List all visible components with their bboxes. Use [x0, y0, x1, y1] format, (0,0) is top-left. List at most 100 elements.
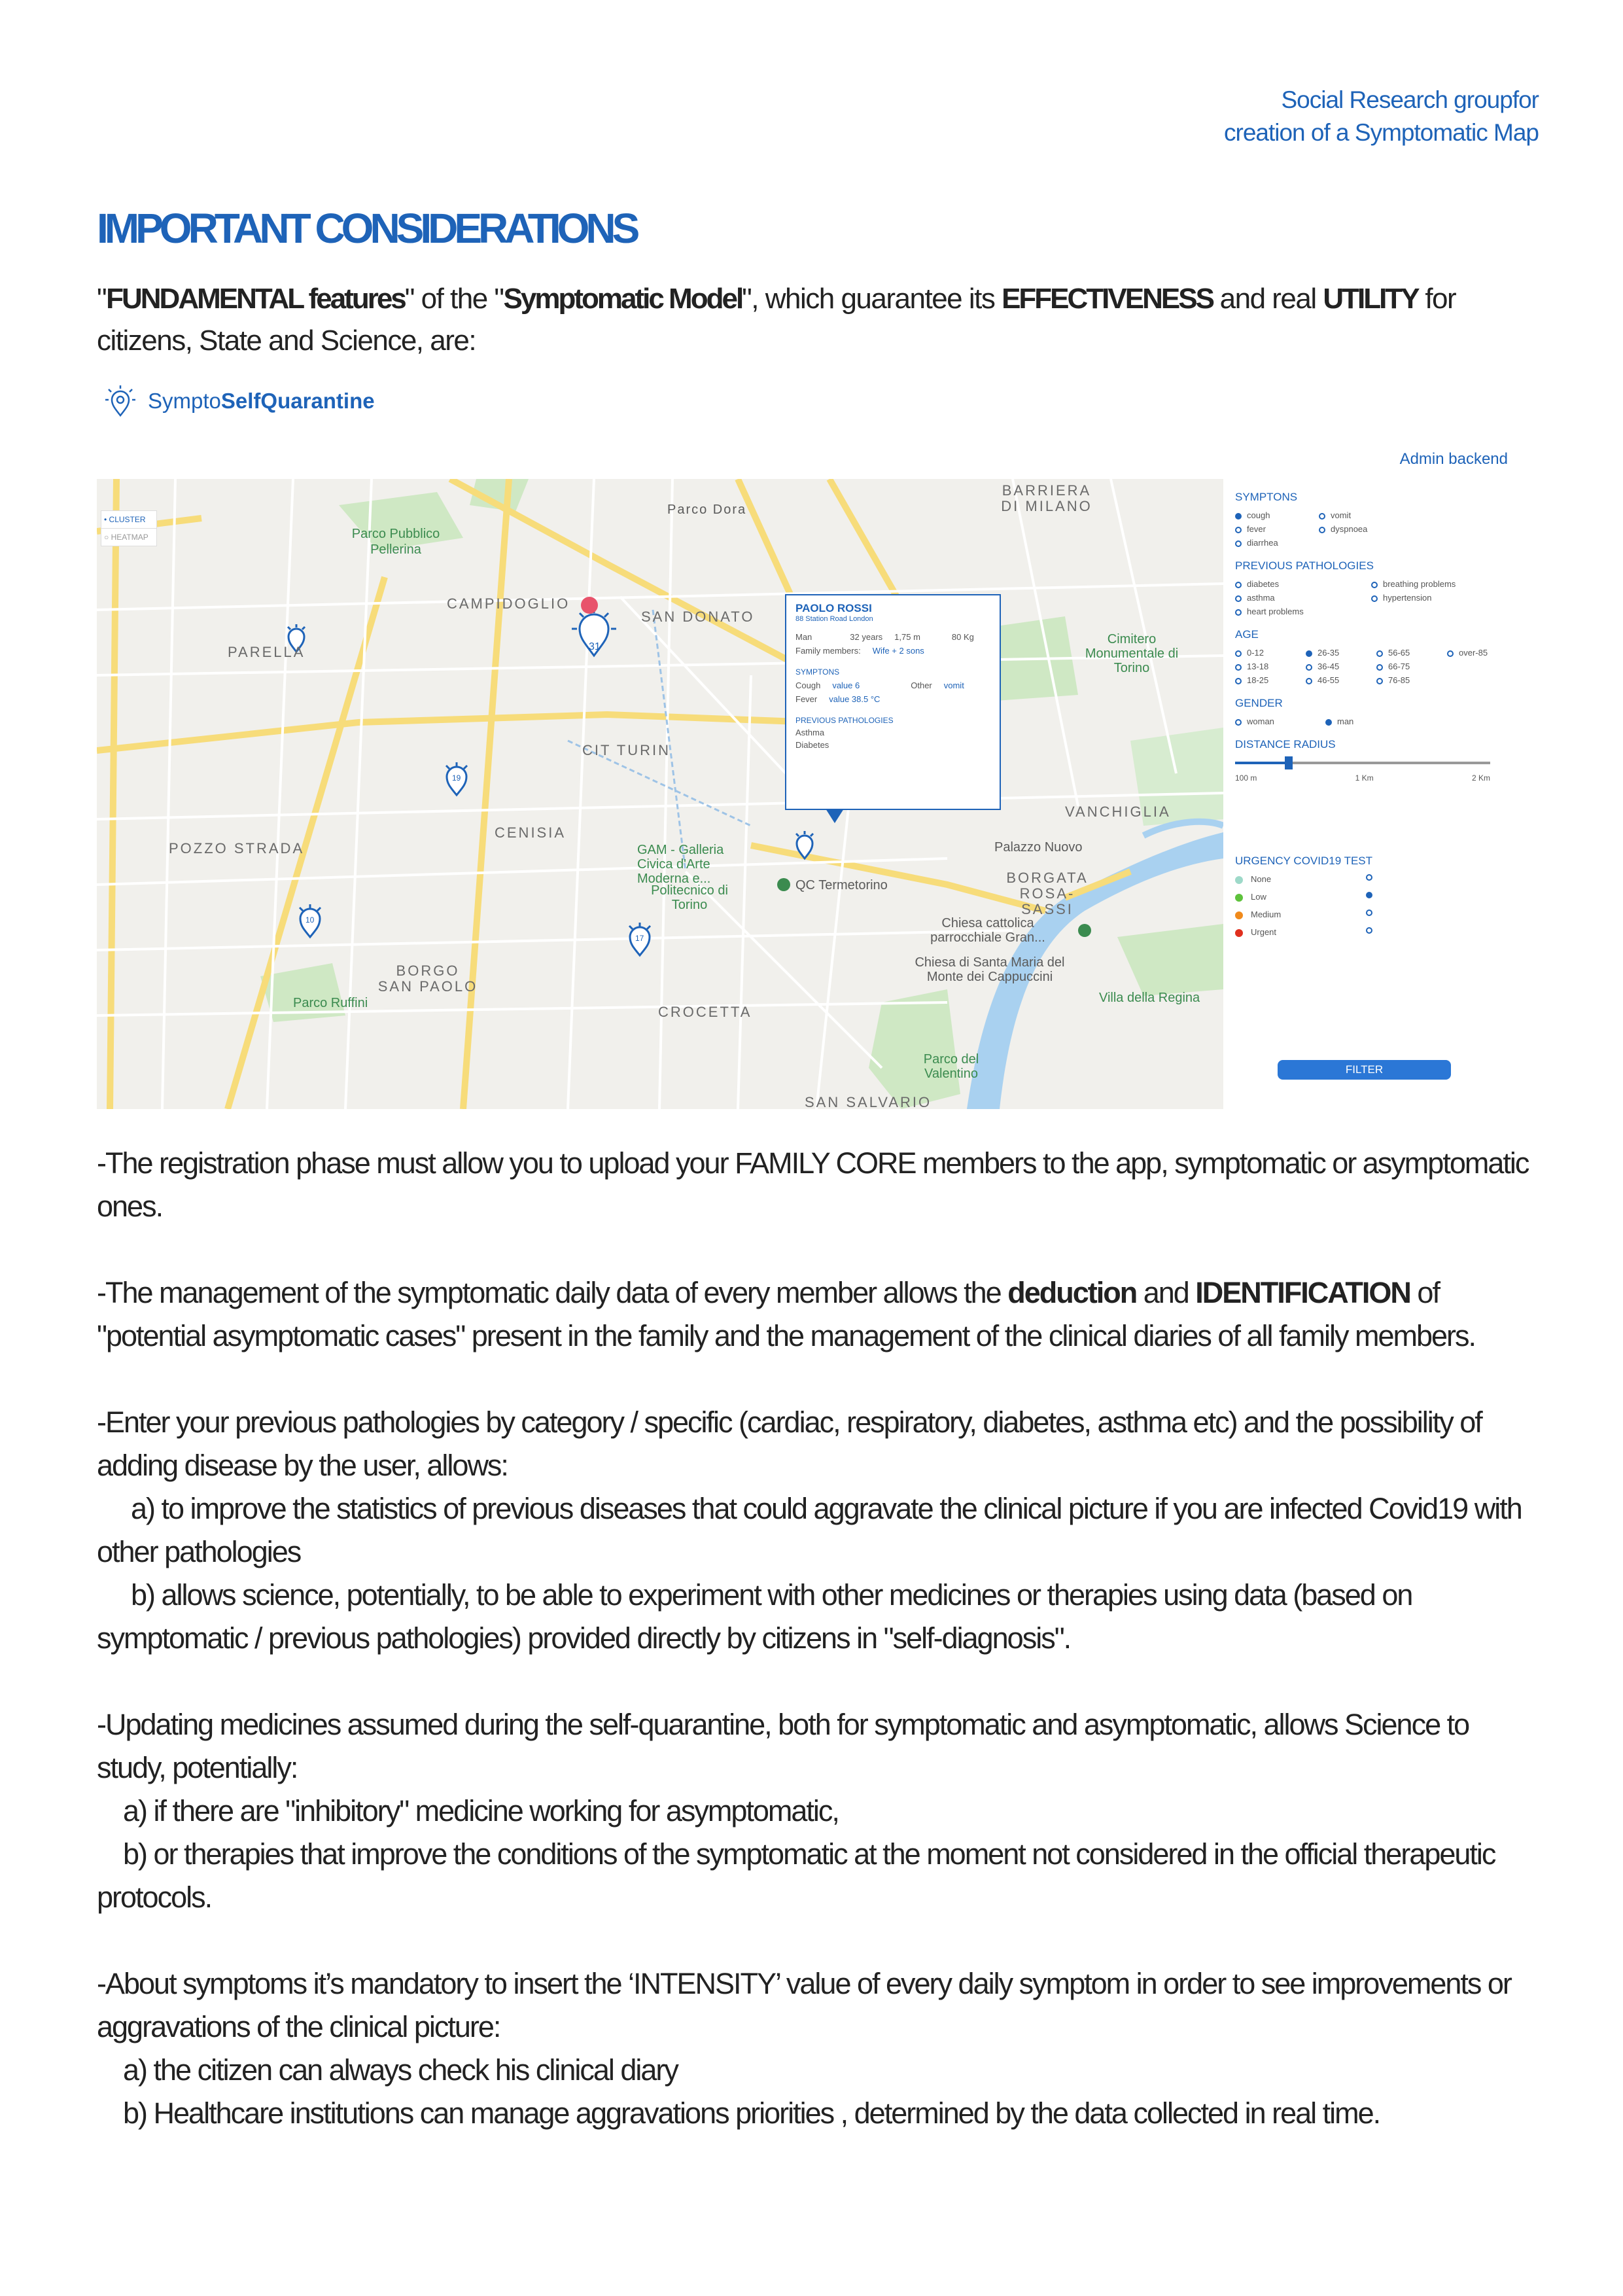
radio-icon	[1235, 512, 1242, 520]
scale-label: 100 m	[1235, 773, 1257, 783]
bold-text: deduction	[1007, 1276, 1138, 1309]
page-title: IMPORTANT CONSIDERATIONS	[97, 205, 640, 252]
age-option[interactable]: 66-75	[1376, 662, 1435, 671]
age-option[interactable]: over-85	[1447, 648, 1506, 658]
intro-text: " of the "	[404, 283, 504, 315]
radio-icon	[1235, 526, 1242, 533]
urgency-options: None Low Medium Urgent	[1235, 874, 1534, 937]
list-item: a) to improve the statistics of previous…	[97, 1492, 1523, 1568]
radio-icon	[1447, 650, 1454, 657]
popup-pathologies-title: PREVIOUS PATHOLOGIES	[795, 716, 894, 725]
option-label: diabetes	[1247, 579, 1280, 589]
pathology-option[interactable]: heart problems	[1235, 607, 1359, 616]
intro-text: "	[97, 283, 107, 315]
age-option[interactable]: 0-12	[1235, 648, 1294, 658]
intro-text: and real	[1212, 283, 1323, 315]
option-label: heart problems	[1247, 607, 1304, 616]
symptom-option[interactable]: dyspnoea	[1319, 524, 1423, 534]
pathology-option[interactable]: asthma	[1235, 593, 1359, 603]
status-dot-icon	[1235, 893, 1243, 902]
pathology-option[interactable]: diabetes	[1235, 579, 1359, 589]
symptom-option[interactable]: vomit	[1319, 510, 1423, 520]
gender-option-man[interactable]: man	[1325, 716, 1404, 726]
marker-count: 19	[452, 773, 461, 783]
intro-paragraph: "FUNDAMENTAL features" of the "Symptomat…	[97, 278, 1536, 362]
admin-backend-link[interactable]: Admin backend	[1400, 450, 1508, 468]
symptom-option[interactable]: fever	[1235, 524, 1307, 534]
option-label: man	[1337, 716, 1354, 726]
logo-suffix: SelfQuarantine	[220, 389, 375, 413]
map-label-district: BARRIERA DI MILANO	[1001, 482, 1092, 514]
empty-cell	[1447, 662, 1506, 671]
paragraph-intensity: -About symptoms it’s mandatory to insert…	[97, 1962, 1536, 2135]
marker-count: 31	[589, 641, 601, 652]
map-label-district: CAMPIDOGLIO	[447, 595, 570, 612]
pathology-option[interactable]: breathing problems	[1371, 579, 1489, 589]
patient-name: PAOLO ROSSI	[795, 602, 872, 614]
symptom-option[interactable]: diarrhea	[1235, 538, 1307, 548]
urgency-medium-radio[interactable]	[1366, 910, 1372, 916]
pathology-option[interactable]: hypertension	[1371, 593, 1489, 603]
urgency-none: None	[1235, 874, 1366, 884]
family-label: Family members:	[795, 646, 861, 656]
radio-icon	[1376, 677, 1383, 684]
option-label: 46-55	[1318, 675, 1340, 685]
paragraph-management: -The management of the symptomatic daily…	[97, 1271, 1536, 1358]
scale-label: 1 Km	[1355, 773, 1374, 783]
map-label-district: BORGATA ROSA-SASSI	[1006, 870, 1089, 917]
symptom-row: Fever value 38.5 °C	[795, 694, 990, 704]
map-label-park: Parco Dora	[667, 503, 747, 517]
list-item: a) if there are "inhibitory" medicine wo…	[123, 1794, 840, 1828]
urgency-urgent-radio[interactable]	[1366, 927, 1372, 934]
map-label-district: VANCHIGLIA	[1065, 804, 1171, 820]
map-label-place: Chiesa cattolica parrocchiale Gran...	[930, 916, 1045, 945]
distance-filter-title: DISTANCE RADIUS	[1235, 738, 1336, 751]
filter-button[interactable]: FILTER	[1278, 1060, 1451, 1080]
option-label: woman	[1247, 716, 1274, 726]
age-option[interactable]: 36-45	[1306, 662, 1365, 671]
radio-icon	[1306, 650, 1312, 657]
considerations-body: -The registration phase must allow you t…	[97, 1142, 1536, 2178]
urgency-none-radio[interactable]	[1366, 874, 1372, 881]
age-option[interactable]: 13-18	[1235, 662, 1294, 671]
intro-bold: EFFECTIVENESS	[1002, 283, 1215, 315]
filter-panel: SYMPTONS cough vomit fever dyspnoea diar…	[1235, 479, 1534, 1109]
heatmap-toggle[interactable]: ○ HEATMAP	[101, 528, 156, 546]
map-view[interactable]: 31 19 10 17 BARRIERA DI MILANO Parco Dor…	[97, 479, 1223, 1109]
radio-icon	[1371, 581, 1378, 588]
hospital-icon	[581, 597, 598, 614]
radio-icon	[1376, 650, 1383, 657]
text: -The management of the symptomatic daily…	[97, 1276, 1008, 1309]
urgency-medium: Medium	[1235, 910, 1366, 919]
option-label: over-85	[1459, 648, 1488, 658]
slider-handle[interactable]	[1285, 756, 1293, 769]
age-option[interactable]: 76-85	[1376, 675, 1435, 685]
map-label-place: Palazzo Nuovo	[994, 840, 1083, 855]
slider-fill	[1235, 762, 1289, 764]
map-label-district: CROCETTA	[658, 1004, 752, 1020]
age-option[interactable]: 18-25	[1235, 675, 1294, 685]
urgency-low-radio[interactable]	[1366, 892, 1372, 898]
virus-pin-icon	[105, 385, 135, 417]
radio-icon	[1319, 526, 1325, 533]
patient-age: 32 years	[850, 632, 883, 642]
bold-text: IDENTIFICATION	[1195, 1276, 1412, 1309]
option-label: diarrhea	[1247, 538, 1278, 548]
place-pin-icon	[777, 878, 790, 891]
option-label: None	[1251, 874, 1272, 884]
gender-option-woman[interactable]: woman	[1235, 716, 1314, 726]
age-options: 0-12 26-35 56-65 over-85 13-18 36-45 66-…	[1235, 648, 1534, 685]
age-option[interactable]: 46-55	[1306, 675, 1365, 685]
age-option[interactable]: 26-35	[1306, 648, 1365, 658]
fever-label: Fever	[795, 694, 818, 704]
map-label-park: Parco del Valentino	[923, 1052, 979, 1081]
other-value: vomit	[943, 680, 964, 690]
distance-slider[interactable]	[1235, 756, 1490, 769]
map-label-district: CENISIA	[495, 824, 567, 841]
cluster-toggle[interactable]: • CLUSTER	[101, 511, 156, 528]
age-option[interactable]: 56-65	[1376, 648, 1435, 658]
symptom-option[interactable]: cough	[1235, 510, 1307, 520]
symptom-row: Cough value 6 Other vomit	[795, 680, 990, 690]
logo-text: SymptoSelfQuarantine	[148, 389, 375, 414]
paragraph-registration: -The registration phase must allow you t…	[97, 1146, 1529, 1223]
